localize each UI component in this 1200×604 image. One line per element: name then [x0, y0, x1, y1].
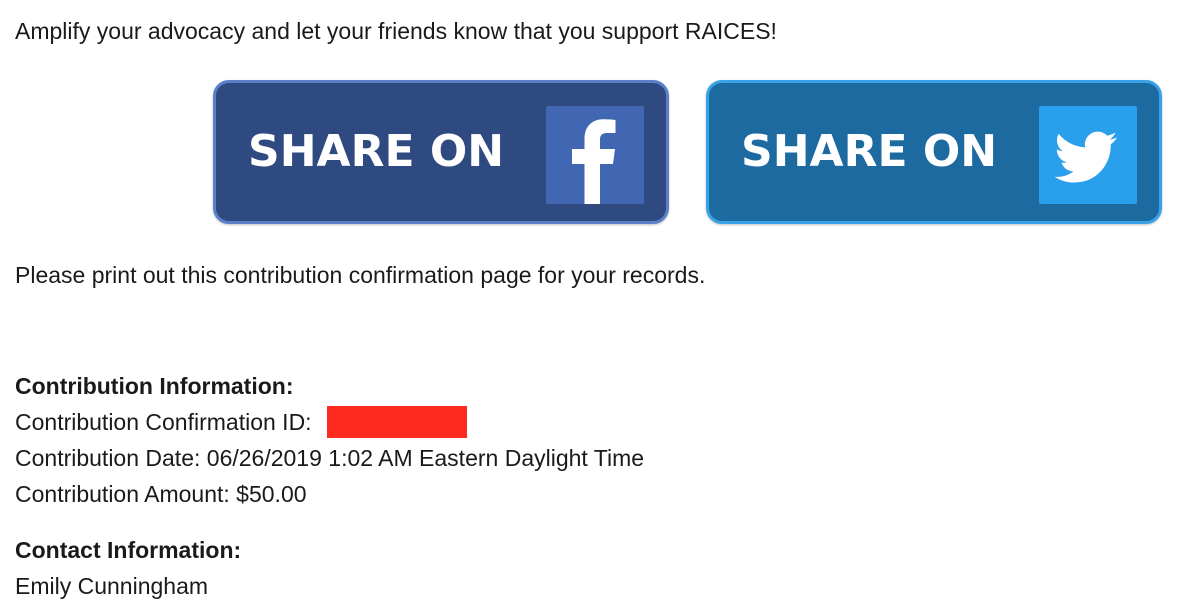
- print-instruction: Please print out this contribution confi…: [15, 262, 706, 288]
- intro-text: Amplify your advocacy and let your frien…: [15, 18, 777, 44]
- twitter-bird-icon: [1039, 106, 1137, 204]
- contact-information-heading: Contact Information:: [15, 537, 242, 563]
- facebook-f-icon: [546, 106, 644, 204]
- contribution-date: Contribution Date: 06/26/2019 1:02 AM Ea…: [15, 445, 645, 471]
- contact-name: Emily Cunningham: [15, 573, 209, 599]
- confirmation-id-label: Contribution Confirmation ID:: [15, 409, 312, 435]
- redacted-confirmation-id: [327, 406, 467, 438]
- contact-information-section: Contact Information: Emily Cunningham: [15, 532, 241, 604]
- contribution-information-section: Contribution Information: Contribution C…: [15, 368, 644, 512]
- share-on-twitter-label: SHARE ON: [741, 126, 998, 177]
- confirmation-id-row: Contribution Confirmation ID:: [15, 404, 644, 440]
- contribution-amount: Contribution Amount: $50.00: [15, 481, 307, 507]
- contribution-information-heading: Contribution Information:: [15, 373, 294, 399]
- share-on-twitter-button[interactable]: SHARE ON: [706, 80, 1162, 224]
- share-on-facebook-label: SHARE ON: [248, 126, 505, 177]
- share-on-facebook-button[interactable]: SHARE ON: [213, 80, 669, 224]
